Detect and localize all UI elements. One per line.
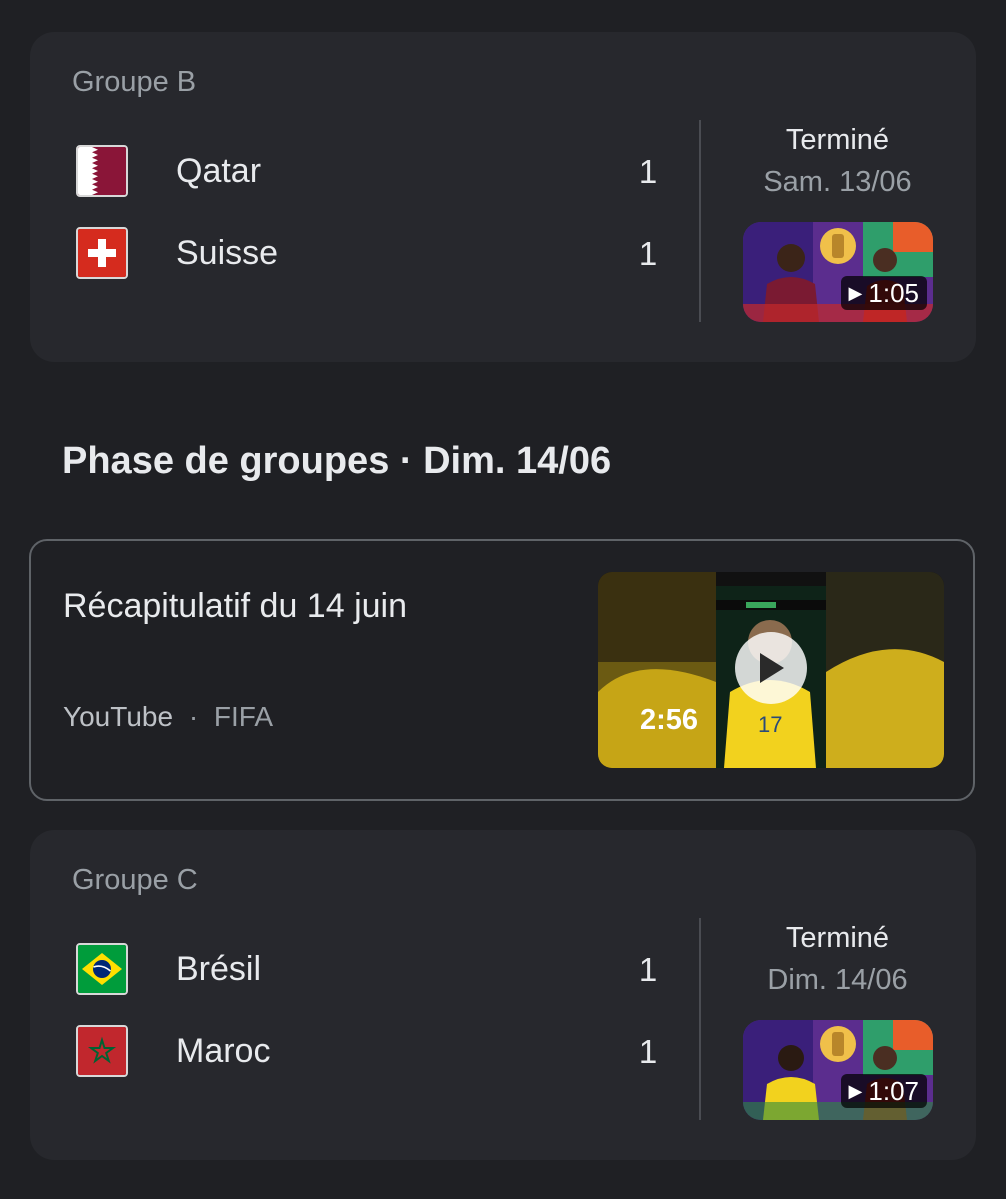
switzerland-flag-icon <box>76 227 128 279</box>
section-heading: Phase de groupes · Dim. 14/06 <box>62 440 612 482</box>
morocco-flag-icon <box>76 1025 128 1077</box>
play-icon: ▶ <box>848 282 863 303</box>
divider <box>699 918 701 1120</box>
recap-source-line: YouTube · FIFA <box>63 701 273 733</box>
video-duration: 1:05 <box>868 277 919 308</box>
match-status: Terminé <box>785 922 890 954</box>
qatar-flag-icon <box>76 145 128 197</box>
recap-source: YouTube <box>63 701 174 732</box>
group-label: Groupe B <box>72 66 197 98</box>
divider <box>699 120 701 322</box>
team-row-maroc: Maroc <box>76 1024 270 1078</box>
team-row-qatar: Qatar <box>76 144 261 198</box>
separator: · <box>188 701 199 732</box>
group-label: Groupe C <box>72 864 198 896</box>
recap-title: Récapitulatif du 14 juin <box>63 587 408 625</box>
match-card-bresil-maroc[interactable]: Groupe C Brésil 1 Maroc 1 Terminé Dim. 1… <box>30 830 976 1160</box>
team-row-suisse: Suisse <box>76 226 278 280</box>
match-date: Dim. 14/06 <box>767 964 908 996</box>
team-name: Suisse <box>176 233 279 272</box>
team-score: 1 <box>638 1033 658 1070</box>
play-icon: ▶ <box>848 1080 863 1101</box>
video-duration-badge: ▶ 1:05 <box>840 276 927 310</box>
team-score: 1 <box>638 951 658 988</box>
play-button-icon[interactable] <box>735 632 807 704</box>
highlight-video-thumbnail[interactable]: ▶ 1:07 <box>743 1020 933 1120</box>
match-status: Terminé <box>785 124 890 156</box>
team-name: Brésil <box>176 949 262 988</box>
team-name: Maroc <box>176 1031 271 1070</box>
video-duration: 1:07 <box>868 1075 919 1106</box>
recap-channel: FIFA <box>213 701 274 732</box>
highlight-video-thumbnail[interactable]: ▶ 1:05 <box>743 222 933 322</box>
match-date: Sam. 13/06 <box>763 166 912 198</box>
recap-video-card[interactable]: Récapitulatif du 14 juin YouTube · FIFA … <box>29 539 975 801</box>
team-row-bresil: Brésil <box>76 942 261 996</box>
team-name: Qatar <box>176 151 262 190</box>
recap-duration: 2:56 <box>640 704 699 736</box>
video-duration-badge: ▶ 1:07 <box>840 1074 927 1108</box>
team-score: 1 <box>638 235 658 272</box>
brazil-flag-icon <box>76 943 128 995</box>
recap-video-thumbnail[interactable]: 17 2:56 <box>598 572 944 768</box>
svg-text:17: 17 <box>758 712 782 737</box>
team-score: 1 <box>638 153 658 190</box>
match-card-qatar-suisse[interactable]: Groupe B Qatar 1 Suisse 1 Terminé Sam. 1… <box>30 32 976 362</box>
